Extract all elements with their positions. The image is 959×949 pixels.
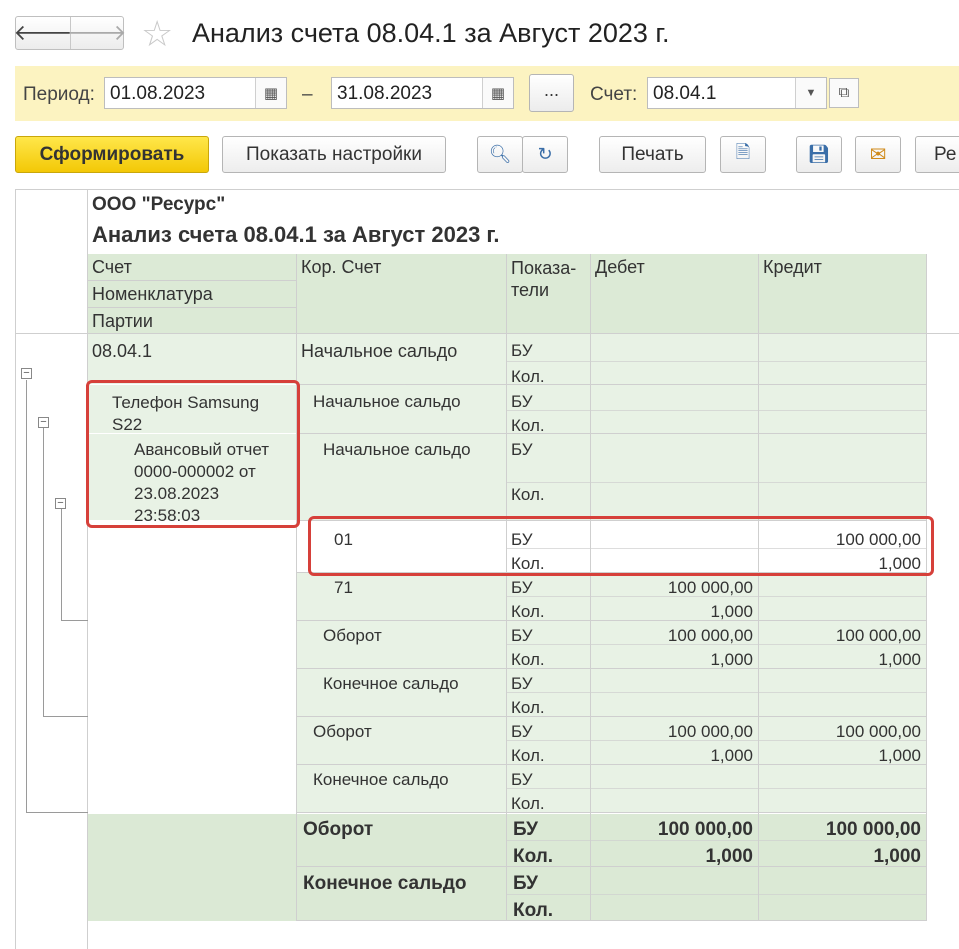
period-from-field[interactable]: 01.08.2023 ▦ (104, 77, 287, 109)
search-button[interactable]: 🔍︎ (477, 136, 523, 173)
header-account: Счет (88, 254, 296, 280)
row-separator (297, 866, 927, 867)
header-debit: Дебет (591, 254, 758, 333)
report-left-border (15, 189, 16, 949)
total-cor-account: Оборот (303, 819, 374, 840)
tree-line (61, 509, 62, 621)
row-cor-account: Оборот (313, 722, 372, 741)
row-subseparator (507, 894, 927, 895)
tree-line (26, 380, 27, 813)
row-subseparator (507, 482, 927, 483)
period-from-value: 01.08.2023 (110, 83, 206, 104)
print-button[interactable]: Печать (599, 136, 706, 173)
row-subseparator (507, 692, 927, 693)
generate-button[interactable]: Сформировать (15, 136, 209, 173)
save-button[interactable]: 💾︎ (796, 136, 842, 173)
row-separator (297, 620, 927, 621)
row-separator (297, 920, 927, 921)
row-cor-account: Конечное сальдо (313, 770, 449, 789)
highlight-box-group (86, 380, 300, 528)
header-batches: Партии (88, 308, 296, 333)
collapse-icon[interactable]: − (21, 368, 32, 379)
row-separator (297, 668, 927, 669)
row-separator (297, 812, 927, 813)
row-indicator: Кол. (511, 485, 545, 504)
nav-group: 🡐 🡒 (13, 16, 127, 50)
row-separator (297, 384, 927, 385)
header-cor-account: Кор. Счет (297, 254, 506, 333)
row-subseparator (507, 740, 927, 741)
header-indicators-line2: тели (511, 280, 550, 300)
collapse-icon[interactable]: − (38, 417, 49, 428)
report-top-border (15, 189, 959, 190)
report-title: Анализ счета 08.04.1 за Август 2023 г. (92, 222, 500, 247)
header-nomenclature: Номенклатура (88, 281, 296, 307)
tree-line (43, 428, 44, 717)
col-divider (926, 254, 927, 921)
period-to-value: 31.08.2023 (337, 83, 433, 104)
tree-line (43, 716, 88, 717)
period-select-button[interactable]: ... (529, 74, 574, 112)
row-subseparator (507, 644, 927, 645)
star-icon[interactable]: ☆ (141, 16, 173, 52)
row-indicator: Кол. (511, 416, 545, 435)
print-preview-icon: 🗎 (735, 141, 751, 162)
tree-line (26, 812, 88, 813)
header-indicators-line1: Показа- (511, 258, 577, 278)
search-reset-icon: ↻ (537, 144, 553, 164)
header-separator (88, 280, 296, 281)
period-to-field[interactable]: 31.08.2023 ▦ (331, 77, 514, 109)
calendar-icon[interactable]: ▦ (255, 78, 286, 108)
row-subseparator (507, 410, 927, 411)
period-dash: – (302, 84, 313, 105)
collapse-icon[interactable]: − (55, 498, 66, 509)
row-cor-account: Начальное сальдо (313, 392, 461, 411)
row-indicator: БУ (511, 341, 533, 360)
header-indicators: Показа- тели (507, 254, 590, 333)
row-cor-account: Начальное сальдо (301, 341, 458, 361)
more-button[interactable]: Ре (915, 136, 959, 173)
preview-button[interactable]: 🗎 (720, 136, 766, 173)
tree-line (61, 620, 88, 621)
open-icon[interactable]: ⧉ (829, 78, 859, 108)
row-indicator: БУ (511, 440, 533, 459)
search-icon: 🔍︎ (488, 144, 512, 164)
window-title: Анализ счета 08.04.1 за Август 2023 г. (192, 18, 670, 48)
header-credit: Кредит (759, 254, 926, 333)
row-separator (297, 716, 927, 717)
row-cor-account: Оборот (323, 626, 382, 645)
highlight-box-row (308, 516, 934, 576)
back-button[interactable]: 🡐 (13, 17, 73, 49)
report-org: ООО "Ресурс" (92, 194, 226, 215)
account-value: 08.04.1 (653, 83, 717, 104)
row-indicator: Кол. (511, 367, 545, 386)
arrow-left-icon: 🡐 (13, 20, 73, 45)
row-cor-account: 71 (334, 578, 353, 597)
account-field[interactable]: 08.04.1 ▼ (647, 77, 827, 109)
row-subseparator (507, 361, 927, 362)
search-reset-button[interactable]: ↻ (522, 136, 568, 173)
chevron-down-icon[interactable]: ▼ (795, 78, 826, 108)
row-subseparator (507, 788, 927, 789)
period-label: Период: (23, 84, 95, 105)
save-icon: 💾︎ (807, 144, 831, 164)
row-separator (297, 433, 927, 434)
total-cor-account: Конечное сальдо (303, 873, 467, 894)
show-settings-button[interactable]: Показать настройки (222, 136, 446, 173)
row-cor-account: Конечное сальдо (323, 674, 459, 693)
row-subseparator (507, 596, 927, 597)
forward-button[interactable]: 🡒 (67, 17, 127, 49)
account-label: Счет: (590, 84, 638, 105)
row-separator (297, 764, 927, 765)
row-cor-account: Начальное сальдо (323, 440, 471, 459)
row-subseparator (507, 840, 927, 841)
calendar-icon[interactable]: ▦ (482, 78, 513, 108)
header-separator (88, 307, 296, 308)
arrow-right-icon: 🡒 (67, 20, 127, 45)
email-button[interactable]: ✉ (855, 136, 901, 173)
group-account[interactable]: 08.04.1 (88, 339, 156, 364)
mail-icon: ✉ (869, 144, 887, 166)
